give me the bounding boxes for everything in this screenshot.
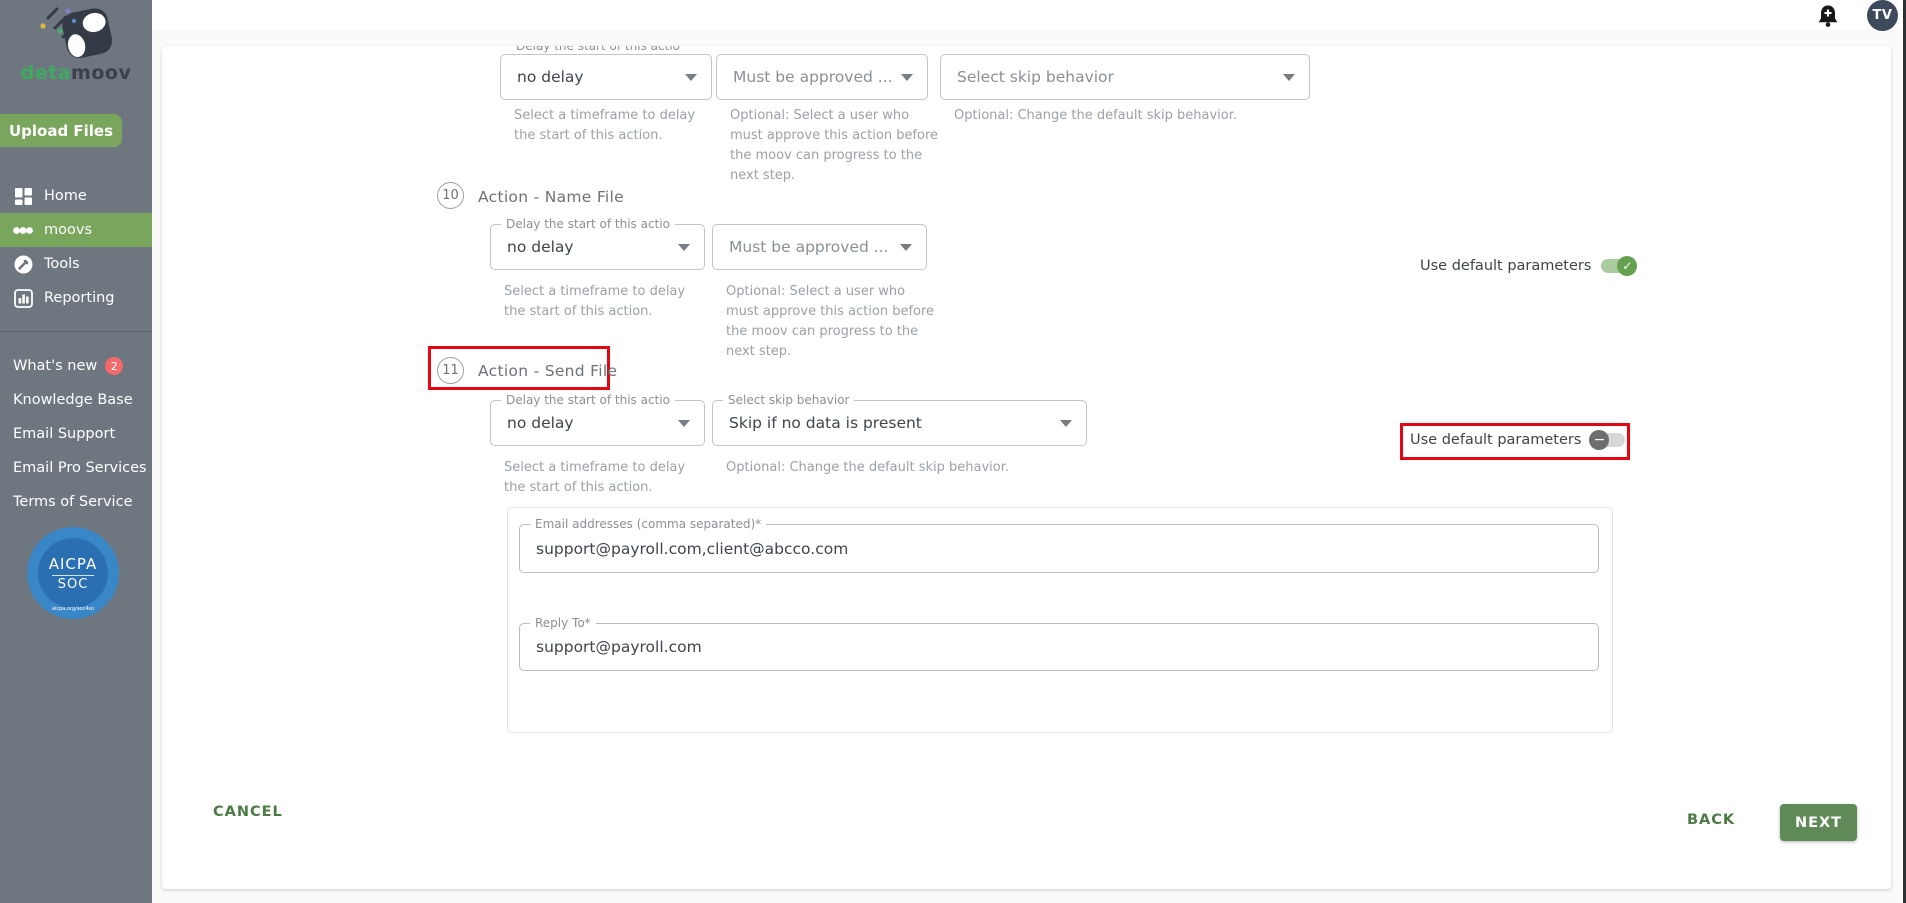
- sidebar-item-label: moovs: [44, 222, 92, 238]
- dots-icon: [13, 220, 33, 240]
- selected-value: Must be approved ...: [729, 238, 889, 256]
- field-label: Reply To*: [530, 616, 596, 630]
- chevron-down-icon: [1283, 74, 1295, 81]
- field-label: Email addresses (comma separated)*: [530, 517, 766, 531]
- field-label: Delay the start of this actio: [501, 393, 675, 407]
- selected-value: no delay: [517, 68, 584, 86]
- sidebar-link-email-support[interactable]: Email Support: [0, 417, 152, 451]
- selected-value: Skip if no data is present: [729, 414, 922, 432]
- link-label: Knowledge Base: [13, 392, 133, 408]
- user-avatar[interactable]: TV: [1867, 0, 1898, 31]
- link-label: Terms of Service: [13, 494, 132, 510]
- selected-value: no delay: [507, 238, 574, 256]
- step-11-title: Action - Send File: [478, 362, 617, 380]
- send-file-parameters-box: Email addresses (comma separated)* suppo…: [507, 507, 1613, 733]
- soc-badge-line2: SOC: [52, 575, 95, 592]
- sidebar-link-whats-new[interactable]: What's new 2: [0, 349, 152, 383]
- sidebar-item-moovs[interactable]: moovs: [0, 213, 152, 247]
- email-addresses-field[interactable]: Email addresses (comma separated)* suppo…: [519, 524, 1599, 573]
- next-button[interactable]: NEXT: [1780, 804, 1857, 841]
- cancel-button[interactable]: CANCEL: [213, 804, 283, 820]
- reply-to-field[interactable]: Reply To* support@payroll.com: [519, 623, 1599, 671]
- helper-text: Select a timeframe to delay the start of…: [504, 282, 709, 322]
- grid-icon: [13, 186, 33, 206]
- helper-text: Optional: Change the default skip behavi…: [954, 106, 1384, 126]
- link-label: Email Pro Services: [13, 460, 147, 476]
- field-label: Delay the start of this actio: [501, 217, 675, 231]
- sidebar-item-tools[interactable]: Tools: [0, 247, 152, 281]
- sidebar-link-terms-of-service[interactable]: Terms of Service: [0, 485, 152, 519]
- sidebar-links: What's new 2 Knowledge Base Email Suppor…: [0, 349, 152, 519]
- selected-value: no delay: [507, 414, 574, 432]
- link-label: What's new: [13, 358, 97, 374]
- field-label: Select skip behavior: [723, 393, 854, 407]
- check-icon: ✓: [1617, 256, 1637, 276]
- helper-text: Select a timeframe to delay the start of…: [504, 458, 709, 498]
- minus-icon: −: [1589, 430, 1609, 450]
- step-10-number: 10: [437, 182, 464, 209]
- sidebar: detamoov Upload Files Home: [0, 0, 152, 903]
- sidebar-item-label: Tools: [44, 256, 80, 272]
- chevron-down-icon: [678, 420, 690, 427]
- sidebar-item-home[interactable]: Home: [0, 179, 152, 213]
- field-label: Delay the start of this actio: [511, 46, 685, 53]
- datamoov-logo-icon: [30, 2, 122, 60]
- helper-text: Optional: Change the default skip behavi…: [726, 458, 1156, 478]
- link-label: Email Support: [13, 426, 115, 442]
- helper-text: Select a timeframe to delay the start of…: [514, 106, 719, 146]
- toggle-label: Use default parameters: [1410, 432, 1581, 448]
- step-11-number: 11: [437, 357, 464, 384]
- selected-value: Select skip behavior: [957, 68, 1114, 86]
- chevron-down-icon: [1060, 420, 1072, 427]
- wrench-icon: [13, 254, 33, 274]
- brand-green-text: deta: [21, 62, 71, 84]
- moov-wizard-card: Delay the start of this actio no delay M…: [162, 46, 1891, 889]
- sidebar-item-label: Home: [44, 188, 87, 204]
- sidebar-link-email-pro-services[interactable]: Email Pro Services: [0, 451, 152, 485]
- field-value: support@payroll.com: [536, 638, 702, 656]
- sidebar-item-reporting[interactable]: Reporting: [0, 281, 152, 315]
- helper-text: Optional: Select a user who must approve…: [730, 106, 945, 186]
- step11-skip-behavior-select[interactable]: Select skip behavior Skip if no data is …: [712, 400, 1087, 446]
- upload-files-button[interactable]: Upload Files: [0, 114, 122, 147]
- brand-wordmark: detamoov: [0, 62, 152, 84]
- top-bar: TV: [152, 0, 1906, 30]
- whats-new-badge: 2: [105, 357, 123, 375]
- sidebar-item-label: Reporting: [44, 290, 115, 306]
- helper-text: Optional: Select a user who must approve…: [726, 282, 941, 362]
- step11-default-params-toggle[interactable]: −: [1589, 430, 1627, 450]
- soc-badge-url: aicpa.org/soc4so: [27, 606, 119, 612]
- step-10-title: Action - Name File: [478, 188, 624, 206]
- toggle-label: Use default parameters: [1420, 258, 1591, 274]
- notification-bell-icon[interactable]: [1816, 4, 1840, 28]
- chevron-down-icon: [901, 74, 913, 81]
- skip-behavior-select-top[interactable]: Select skip behavior: [940, 54, 1310, 100]
- step10-default-params-row: Use default parameters ✓: [1420, 256, 1637, 276]
- sidebar-link-knowledge-base[interactable]: Knowledge Base: [0, 383, 152, 417]
- step11-delay-select[interactable]: Delay the start of this actio no delay: [490, 400, 705, 446]
- delay-select-top[interactable]: Delay the start of this actio no delay: [500, 54, 712, 100]
- field-value: support@payroll.com,client@abcco.com: [536, 540, 848, 558]
- sidebar-nav: Home moovs Tools: [0, 179, 152, 315]
- brand-logo: detamoov: [0, 2, 152, 84]
- selected-value: Must be approved ...: [733, 68, 893, 86]
- sidebar-divider: [0, 331, 152, 332]
- chevron-down-icon: [900, 244, 912, 251]
- bar-chart-icon: [13, 288, 33, 308]
- brand-dark-text: moov: [71, 62, 131, 84]
- soc-badge-line1: AICPA: [49, 555, 98, 573]
- step11-default-params-row: Use default parameters −: [1410, 430, 1627, 450]
- approver-select-top[interactable]: Must be approved ...: [716, 54, 928, 100]
- step10-approver-select[interactable]: Must be approved ...: [712, 224, 927, 270]
- chevron-down-icon: [685, 74, 697, 81]
- chevron-down-icon: [678, 244, 690, 251]
- aicpa-soc-badge: AICPA SOC aicpa.org/soc4so: [27, 527, 119, 619]
- step10-delay-select[interactable]: Delay the start of this actio no delay: [490, 224, 705, 270]
- aicpa-soc-badge-inner: AICPA SOC: [38, 538, 108, 608]
- back-button[interactable]: BACK: [1687, 812, 1735, 828]
- step10-default-params-toggle[interactable]: ✓: [1599, 256, 1637, 276]
